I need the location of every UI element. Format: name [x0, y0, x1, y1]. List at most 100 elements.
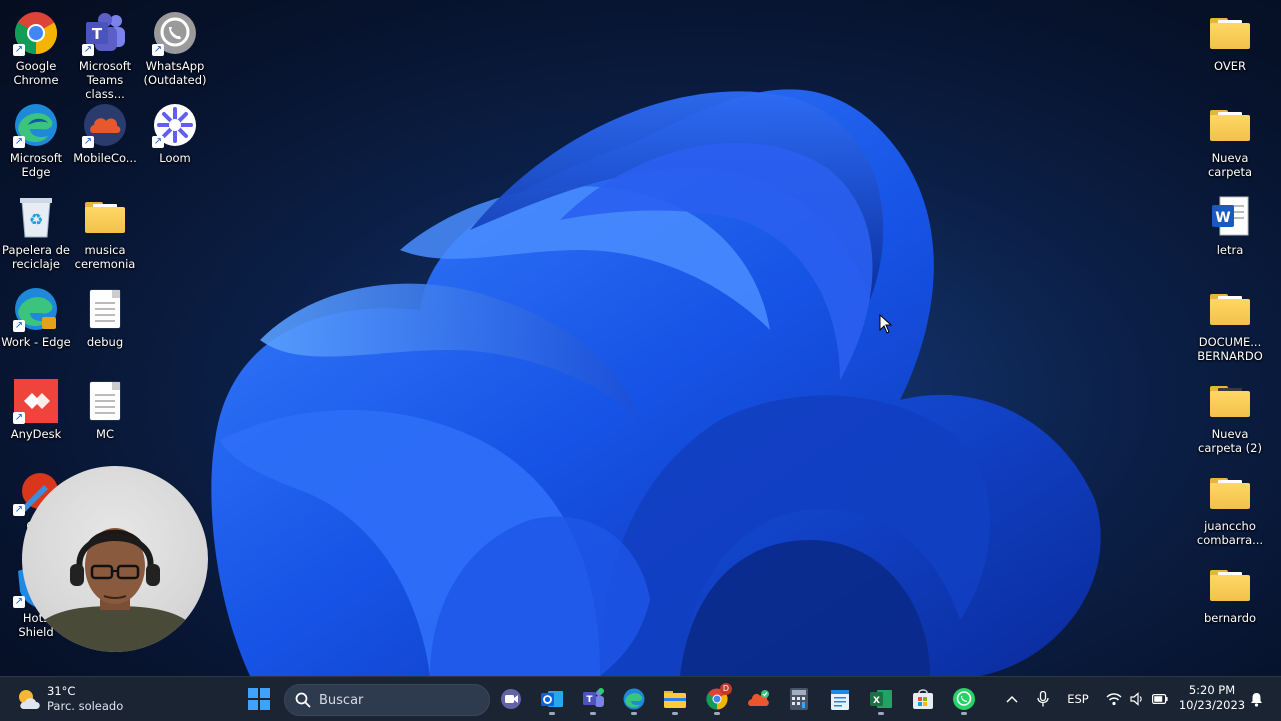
svg-text:T: T [586, 695, 593, 705]
speaker-icon [1130, 692, 1142, 706]
desktop-icon-anydesk[interactable]: ↗ AnyDesk [0, 374, 72, 441]
notifications-button[interactable] [1248, 677, 1264, 721]
word-icon: W [1207, 194, 1253, 240]
taskbar-store[interactable] [906, 683, 940, 715]
taskbar-excel[interactable]: X [864, 683, 898, 715]
start-button[interactable] [242, 683, 276, 715]
battery-icon [1152, 694, 1168, 704]
desktop-icon-microsoft-teams[interactable]: T ↗ Microsoft Teams class... [69, 6, 141, 101]
webcam-overlay [22, 466, 208, 652]
folder-icon [1207, 286, 1253, 332]
desktop-icon-label: Microsoft Edge [9, 151, 63, 179]
chrome-icon: ↗ [13, 10, 59, 56]
clock-time: 5:20 PM [1188, 683, 1236, 697]
desktop-icon-juanccho[interactable]: juanccho combarra... [1194, 466, 1266, 547]
shortcut-arrow-icon: ↗ [13, 596, 25, 608]
partly-sunny-icon [19, 690, 40, 709]
folder-icon [82, 194, 128, 240]
microphone-indicator[interactable] [1034, 677, 1052, 721]
excel-icon: X [870, 690, 892, 708]
shortcut-arrow-icon: ↗ [13, 320, 25, 332]
desktop-icon-musica-ceremonia[interactable]: musica ceremonia [69, 190, 141, 271]
taskbar-chrome[interactable]: D [700, 683, 734, 715]
desktop-icon-whatsapp[interactable]: ↗ WhatsApp (Outdated) [139, 6, 211, 87]
edge-icon [623, 688, 645, 710]
desktop-icon-microsoft-edge[interactable]: ↗ Microsoft Edge [0, 98, 72, 179]
desktop-icon-label: MobileCo... [73, 151, 137, 165]
chrome-profile-badge: D [720, 683, 732, 695]
language-indicator[interactable]: ESP [1062, 677, 1094, 721]
windows-logo-icon [248, 688, 270, 710]
desktop-icon-label: juanccho combarra... [1196, 519, 1264, 547]
taskbar: 31°C Parc. soleado Buscar T D X ESP 5:20… [0, 676, 1281, 721]
desktop-icon-nueva-carpeta-2[interactable]: Nueva carpeta (2) [1194, 374, 1266, 455]
wifi-icon [1106, 693, 1122, 706]
cloud-icon [748, 690, 769, 706]
document-icon [82, 286, 128, 332]
desktop-icon-label: bernardo [1203, 611, 1257, 625]
taskbar-whatsapp[interactable] [947, 683, 981, 715]
desktop-icon-label: OVER [1214, 59, 1246, 73]
desktop-icon-letra[interactable]: W letra [1194, 190, 1266, 257]
desktop-icon-label: Nueva carpeta (2) [1198, 427, 1262, 455]
taskbar-file-explorer[interactable] [658, 683, 692, 715]
desktop-icon-nueva-carpeta[interactable]: Nueva carpeta [1194, 98, 1266, 179]
taskbar-search[interactable]: Buscar [284, 684, 490, 716]
desktop-icon-label: debug [86, 335, 124, 349]
desktop-icon-mc[interactable]: MC [69, 374, 141, 441]
shortcut-arrow-icon: ↗ [13, 44, 25, 56]
taskbar-teams[interactable]: T [576, 683, 610, 715]
weather-widget[interactable]: 31°C Parc. soleado [14, 683, 134, 715]
desktop-icon-work-edge[interactable]: ↗ Work - Edge [0, 282, 72, 349]
show-hidden-icons-button[interactable] [1002, 677, 1022, 721]
folder-icon [1207, 102, 1253, 148]
desktop-icon-google-chrome[interactable]: ↗ Google Chrome [0, 6, 72, 87]
svg-text:♻: ♻ [29, 210, 43, 229]
desktop-icon-over[interactable]: OVER [1194, 6, 1266, 73]
teams-icon: T ↗ [82, 10, 128, 56]
desktop-icon-mobileco[interactable]: ↗ MobileCo... [69, 98, 141, 165]
taskbar-outlook[interactable] [535, 683, 569, 715]
bell-icon [1250, 692, 1262, 707]
edge-icon: ↗ [13, 286, 59, 332]
cloud-icon: ↗ [82, 102, 128, 148]
taskbar-edge[interactable] [617, 683, 651, 715]
microphone-icon [1037, 691, 1049, 707]
shortcut-arrow-icon: ↗ [152, 44, 164, 56]
desktop-icon-recycle-bin[interactable]: ♻ Papelera de reciclaje [0, 190, 72, 271]
search-placeholder: Buscar [319, 692, 364, 708]
desktop-icon-label: musica ceremonia [74, 243, 136, 271]
taskbar-notepad[interactable] [823, 683, 857, 715]
folder-icon [1207, 470, 1253, 516]
mouse-cursor-icon [879, 314, 893, 334]
shortcut-arrow-icon: ↗ [82, 136, 94, 148]
recycle-bin-icon: ♻ [13, 194, 59, 240]
network-volume-battery-group[interactable] [1104, 677, 1170, 721]
desktop-icon-bernardo[interactable]: bernardo [1194, 558, 1266, 625]
document-icon [82, 378, 128, 424]
weather-temp: 31°C [47, 684, 76, 698]
loom-icon: ↗ [152, 102, 198, 148]
taskbar-meet-now[interactable] [494, 683, 528, 715]
svg-text:X: X [873, 696, 880, 706]
svg-text:W: W [1215, 210, 1230, 226]
person-avatar [22, 528, 208, 652]
desktop-icon-documentos-bernardo[interactable]: DOCUME... BERNARDO [1194, 282, 1266, 363]
desktop-icon-label: Papelera de reciclaje [2, 243, 70, 271]
taskbar-calculator[interactable] [782, 683, 816, 715]
taskbar-cloud-app[interactable] [741, 683, 775, 715]
desktop-icon-debug[interactable]: debug [69, 282, 141, 349]
svg-text:T: T [92, 25, 103, 43]
chevron-up-icon [1006, 695, 1018, 703]
whatsapp-icon: ↗ [152, 10, 198, 56]
edge-icon: ↗ [13, 102, 59, 148]
store-icon [913, 689, 933, 709]
anydesk-icon: ↗ [13, 378, 59, 424]
clock[interactable]: 5:20 PM 10/23/2023 [1176, 683, 1248, 715]
whatsapp-icon [953, 688, 975, 710]
desktop-icon-loom[interactable]: ↗ Loom [139, 98, 211, 165]
folder-icon [664, 691, 686, 708]
desktop-icon-label: Google Chrome [13, 59, 59, 87]
desktop-icon-label: WhatsApp (Outdated) [143, 59, 207, 87]
teams-icon: T [583, 688, 604, 707]
